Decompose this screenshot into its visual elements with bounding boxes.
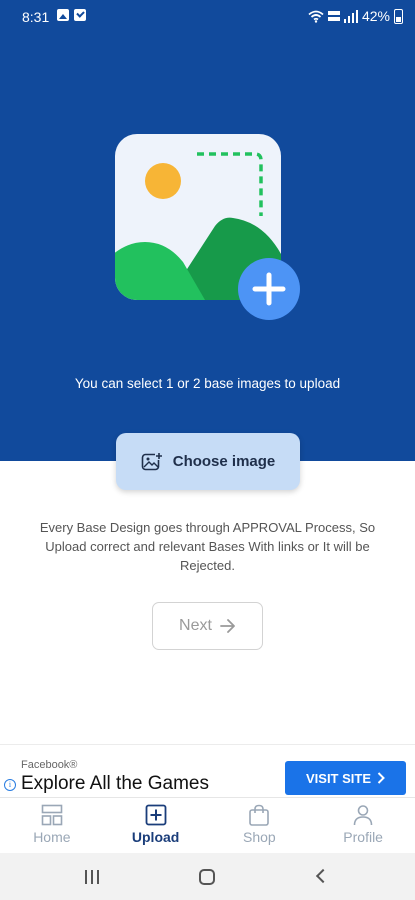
home-button-icon[interactable] xyxy=(199,869,215,885)
choose-image-button[interactable]: Choose image xyxy=(116,433,300,490)
profile-icon xyxy=(353,805,373,826)
status-right: 42% xyxy=(308,8,403,24)
battery-percent: 42% xyxy=(361,8,390,24)
nav-label-upload: Upload xyxy=(131,829,180,845)
gallery-icon xyxy=(57,9,69,21)
nav-label-home: Home xyxy=(33,829,71,845)
upload-hero: You can select 1 or 2 base images to upl… xyxy=(0,34,415,461)
check-icon xyxy=(74,9,86,21)
ad-info-icon[interactable]: i xyxy=(4,779,16,791)
nav-item-shop[interactable]: Shop xyxy=(208,798,312,853)
next-button[interactable]: Next xyxy=(152,602,263,650)
hero-instruction: You can select 1 or 2 base images to upl… xyxy=(74,376,341,391)
recents-icon[interactable] xyxy=(85,870,99,884)
volte-icon xyxy=(327,10,340,21)
nav-item-home[interactable]: Home xyxy=(0,798,104,853)
signal-icon xyxy=(343,9,358,23)
approval-notice: Every Base Design goes through APPROVAL … xyxy=(39,520,376,573)
upload-icon xyxy=(145,804,167,826)
chevron-right-icon xyxy=(377,772,385,784)
back-icon[interactable] xyxy=(315,868,331,884)
notification-icons xyxy=(57,9,86,21)
image-placeholder-icon xyxy=(115,134,300,320)
system-nav-bar xyxy=(0,853,415,900)
choose-image-label: Choose image xyxy=(172,453,276,470)
status-bar: 8:31 42% xyxy=(0,0,415,34)
home-icon xyxy=(41,804,63,826)
next-label: Next xyxy=(179,617,212,634)
bottom-nav: Home Upload Shop Profile xyxy=(0,797,415,853)
nav-label-profile: Profile xyxy=(343,829,383,845)
ad-banner[interactable]: Facebook® i Explore All the Games VISIT … xyxy=(0,744,415,797)
arrow-right-icon xyxy=(220,619,235,633)
status-time: 8:31 xyxy=(22,9,50,25)
ad-headline[interactable]: Explore All the Games xyxy=(21,773,209,795)
nav-item-profile[interactable]: Profile xyxy=(311,798,415,853)
visit-site-label: VISIT SITE xyxy=(305,770,371,786)
battery-icon xyxy=(394,8,403,24)
nav-label-shop: Shop xyxy=(243,829,276,845)
visit-site-button[interactable]: VISIT SITE xyxy=(285,761,406,795)
ad-sponsor: Facebook® xyxy=(21,759,78,771)
shopping-bag-icon xyxy=(249,804,270,826)
nav-item-upload[interactable]: Upload xyxy=(104,798,208,853)
add-image-icon xyxy=(141,451,163,470)
wifi-icon xyxy=(308,10,324,23)
